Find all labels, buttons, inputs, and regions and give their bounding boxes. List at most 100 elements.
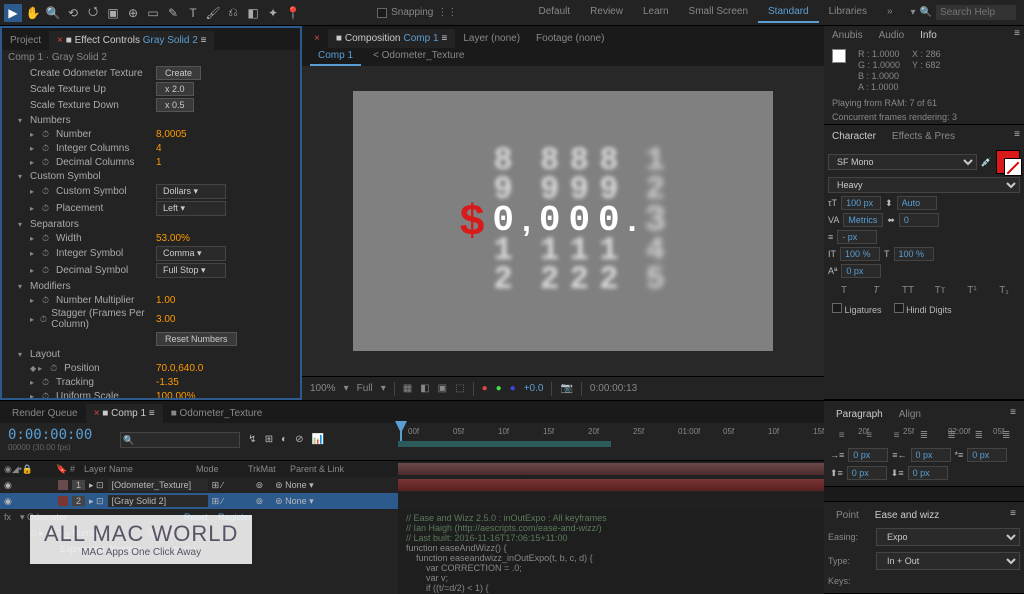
hand-tool-icon[interactable]: ✋: [24, 4, 42, 22]
frame-blend-icon[interactable]: ◐: [281, 434, 287, 445]
tab-ease-and-wizz[interactable]: Ease and wizz: [871, 508, 943, 523]
space-after-input[interactable]: [908, 466, 948, 480]
channel-icon[interactable]: ●: [510, 383, 516, 394]
zoom-dropdown[interactable]: 100%: [310, 383, 336, 394]
workspace-default[interactable]: Default: [528, 2, 580, 23]
hindi-digits-checkbox[interactable]: Hindi Digits: [894, 303, 952, 315]
region-icon[interactable]: ⬚: [455, 383, 464, 394]
justify-right-icon[interactable]: ≣: [972, 428, 986, 442]
subscript-icon[interactable]: T₁: [997, 283, 1011, 297]
workspace-small-screen[interactable]: Small Screen: [679, 2, 758, 23]
workspace-libraries[interactable]: Libraries: [819, 2, 877, 23]
superscript-icon[interactable]: T¹: [965, 283, 979, 297]
tab-project[interactable]: Project: [2, 31, 49, 50]
subtab-odometer-texture[interactable]: < Odometer_Texture: [365, 48, 472, 66]
tracking-input[interactable]: [899, 213, 939, 227]
tab-layer[interactable]: Layer (none): [455, 29, 528, 48]
clone-tool-icon[interactable]: ⎌: [224, 4, 242, 22]
stroke-width-input[interactable]: [837, 230, 877, 244]
eyedropper-icon[interactable]: 💉: [981, 157, 992, 168]
menu-icon[interactable]: ≡: [201, 35, 207, 46]
timeline-tracks[interactable]: // Ease and Wizz 2.5.0 : inOutExpo : All…: [398, 461, 824, 594]
timeline-layer-row[interactable]: ◉2▸ ⊡[Gray Solid 2]⊞ ∕ ⊚⊚ None ▾: [0, 493, 398, 509]
property-row[interactable]: ▸⏱PlacementLeft ▾: [2, 200, 300, 217]
property-row[interactable]: ▸⏱Number Multiplier1.00: [2, 293, 300, 307]
timeline-layer-row[interactable]: ◉1▸ ⊡[Odometer_Texture]⊞ ∕ ⊚⊚ None ▾: [0, 477, 398, 493]
indent-right-input[interactable]: [911, 448, 951, 462]
resolution-dropdown[interactable]: Full: [357, 383, 373, 394]
property-row[interactable]: ▸⏱Uniform Scale100.00%: [2, 389, 300, 398]
property-row[interactable]: ▾Numbers: [2, 113, 300, 127]
bold-icon[interactable]: T: [837, 283, 851, 297]
layer-switches-icon[interactable]: ⊞: [265, 434, 273, 445]
selection-tool-icon[interactable]: ▶: [4, 4, 22, 22]
channel-icon[interactable]: ●: [496, 383, 502, 394]
search-help-input[interactable]: [936, 5, 1016, 20]
property-row[interactable]: ▸⏱Integer Columns4: [2, 141, 300, 155]
font-size-input[interactable]: [841, 196, 881, 210]
allcaps-icon[interactable]: TT: [901, 283, 915, 297]
snapping-checkbox[interactable]: Snapping ⋮⋮: [377, 7, 457, 18]
layer-bar-1[interactable]: [398, 463, 824, 475]
hscale-input[interactable]: [894, 247, 934, 261]
channel-icon[interactable]: ●: [482, 383, 488, 394]
transparency-icon[interactable]: ▣: [438, 383, 447, 394]
ligatures-checkbox[interactable]: Ligatures: [832, 303, 882, 315]
property-row[interactable]: Scale Texture Upx 2.0: [2, 81, 300, 97]
property-row[interactable]: ▾Modifiers: [2, 279, 300, 293]
property-row[interactable]: ▸⏱Stagger (Frames Per Column)3.00: [2, 307, 300, 331]
expression-editor[interactable]: // Ease and Wizz 2.5.0 : inOutExpo : All…: [398, 509, 824, 594]
lock-icon[interactable]: ■: [66, 35, 72, 46]
font-family-dropdown[interactable]: SF Mono: [828, 154, 977, 170]
property-button[interactable]: Create: [156, 66, 201, 80]
baseline-input[interactable]: [841, 264, 881, 278]
shy-icon[interactable]: ↯: [248, 434, 256, 445]
tab-paragraph[interactable]: Paragraph: [832, 407, 887, 422]
shape-tool-icon[interactable]: ▭: [144, 4, 162, 22]
leading-input[interactable]: [897, 196, 937, 210]
property-button[interactable]: Reset Numbers: [156, 332, 237, 346]
tab-anubis[interactable]: Anubis: [828, 28, 867, 43]
property-row[interactable]: ◆▸⏱Position70.0,640.0: [2, 361, 300, 375]
timeline-search-input[interactable]: [120, 432, 240, 448]
tab-point[interactable]: Point: [832, 508, 863, 523]
property-row[interactable]: ▸⏱Custom SymbolDollars ▾: [2, 183, 300, 200]
property-row[interactable]: ▾Layout: [2, 347, 300, 361]
justify-left-icon[interactable]: ≣: [917, 428, 931, 442]
rotate-tool-icon[interactable]: ⭯: [84, 4, 102, 22]
property-row[interactable]: ▸⏱Width53.00%: [2, 231, 300, 245]
menu-icon[interactable]: ≡: [1010, 508, 1016, 523]
kerning-input[interactable]: [843, 213, 883, 227]
italic-icon[interactable]: T: [869, 283, 883, 297]
zoom-tool-icon[interactable]: 🔍: [44, 4, 62, 22]
property-row[interactable]: ▸⏱Decimal SymbolFull Stop ▾: [2, 262, 300, 279]
composition-viewer[interactable]: $ 89012 , 89012 89012 89012 . 12345: [302, 66, 824, 376]
property-button[interactable]: x 0.5: [156, 98, 194, 112]
dropdown-icon[interactable]: ▾: [911, 7, 916, 18]
tab-audio[interactable]: Audio: [875, 28, 909, 43]
exposure-value[interactable]: +0.0: [524, 383, 544, 394]
tab-character[interactable]: Character: [828, 129, 880, 144]
property-row[interactable]: ▸⏱Number8,0005: [2, 127, 300, 141]
easing-dropdown[interactable]: Expo: [876, 528, 1020, 546]
timeline-ruler[interactable]: 00f05f10f15f20f25f01:00f05f10f15f20f25f0…: [398, 423, 824, 441]
subtab-comp1[interactable]: Comp 1: [310, 48, 361, 66]
stroke-color-swatch[interactable]: [1004, 158, 1022, 176]
property-button[interactable]: x 2.0: [156, 82, 194, 96]
tab-effect-controls[interactable]: × ■ Effect Controls Gray Solid 2 ≡: [49, 31, 214, 50]
snapping-dropdown-icon[interactable]: ⋮⋮: [437, 7, 457, 18]
smallcaps-icon[interactable]: Tᴛ: [933, 283, 947, 297]
current-timecode[interactable]: 0:00:00:00: [8, 427, 92, 443]
layer-bar-2[interactable]: [398, 479, 824, 491]
property-row[interactable]: ▸⏱Decimal Columns1: [2, 155, 300, 169]
snapshot-icon[interactable]: 📷: [560, 383, 572, 394]
property-row[interactable]: Scale Texture Downx 0.5: [2, 97, 300, 113]
work-area-bar[interactable]: [398, 441, 611, 447]
menu-icon[interactable]: ≡: [1014, 28, 1020, 43]
lock-icon[interactable]: ■: [336, 33, 342, 44]
puppet-tool-icon[interactable]: 📍: [284, 4, 302, 22]
tab-info[interactable]: Info: [916, 28, 941, 43]
tab-render-queue[interactable]: Render Queue: [4, 404, 86, 423]
menu-icon[interactable]: ≡: [442, 33, 448, 44]
workspace-standard[interactable]: Standard: [758, 2, 819, 23]
